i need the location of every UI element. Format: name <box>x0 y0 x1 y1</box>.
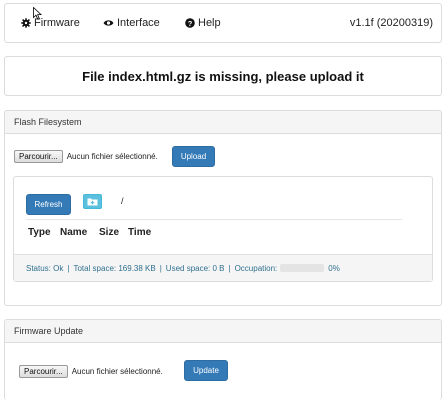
mouse-cursor-icon <box>33 6 43 25</box>
separator: | <box>67 263 70 273</box>
separator: | <box>228 263 231 273</box>
nav-interface[interactable]: Interface <box>103 17 160 29</box>
status-text: Status: Ok <box>26 263 64 273</box>
top-navbar: Firmware Interface ? Help v1.1f (2020031… <box>4 3 442 43</box>
create-folder-button[interactable] <box>83 194 102 209</box>
column-header-size[interactable]: Size <box>99 227 119 238</box>
svg-text:?: ? <box>188 19 193 28</box>
used-space-text: Used space: 0 B <box>165 263 225 273</box>
missing-file-alert: File index.html.gz is missing, please up… <box>4 56 442 96</box>
column-header-type[interactable]: Type <box>28 227 51 238</box>
column-header-time[interactable]: Time <box>128 227 151 238</box>
flash-filesystem-panel: Flash Filesystem Parcourir... Aucun fich… <box>4 110 442 306</box>
gear-icon <box>21 18 31 28</box>
separator: | <box>159 263 162 273</box>
firmware-file-input[interactable]: Parcourir... Aucun fichier sélectionné. <box>19 365 163 378</box>
flash-panel-title: Flash Filesystem <box>5 111 441 134</box>
update-button[interactable]: Update <box>184 360 228 381</box>
version-label: v1.1f (20200319) <box>349 17 433 29</box>
occupation-value: 0% <box>328 263 340 273</box>
flash-file-input[interactable]: Parcourir... Aucun fichier sélectionné. <box>14 150 158 163</box>
upload-button[interactable]: Upload <box>172 146 215 167</box>
nav-firmware[interactable]: Firmware <box>21 17 80 29</box>
current-path: / <box>121 196 124 206</box>
nav-help-label: Help <box>198 17 221 29</box>
file-browser: Refresh / Type Name Size Time Status: Ok <box>13 176 433 282</box>
page: Firmware Interface ? Help v1.1f (2020031… <box>0 0 448 400</box>
filesystem-status-bar: Status: Ok | Total space: 169.38 KB | Us… <box>14 254 432 281</box>
nav-interface-label: Interface <box>117 17 160 29</box>
refresh-button-label: Refresh <box>34 200 63 209</box>
alert-message: File index.html.gz is missing, please up… <box>82 68 364 84</box>
column-header-name[interactable]: Name <box>60 227 87 238</box>
upload-button-label: Upload <box>180 152 207 161</box>
occupation-label: Occupation: <box>234 263 278 273</box>
firmware-file-status: Aucun fichier sélectionné. <box>71 367 163 376</box>
flash-file-status: Aucun fichier sélectionné. <box>66 152 158 161</box>
firmware-update-panel: Firmware Update Parcourir... Aucun fichi… <box>4 319 442 400</box>
nav-help[interactable]: ? Help <box>185 17 221 29</box>
update-button-label: Update <box>193 366 219 375</box>
divider <box>26 219 402 220</box>
eye-icon <box>103 19 114 27</box>
refresh-button[interactable]: Refresh <box>26 194 71 215</box>
firmware-browse-button[interactable]: Parcourir... <box>19 365 68 378</box>
occupation-progress-bar <box>280 264 325 272</box>
folder-plus-icon <box>87 193 98 211</box>
total-space-text: Total space: 169.38 KB <box>73 263 156 273</box>
flash-browse-button[interactable]: Parcourir... <box>14 150 63 163</box>
firmware-panel-title: Firmware Update <box>5 320 441 343</box>
question-circle-icon: ? <box>185 18 195 28</box>
